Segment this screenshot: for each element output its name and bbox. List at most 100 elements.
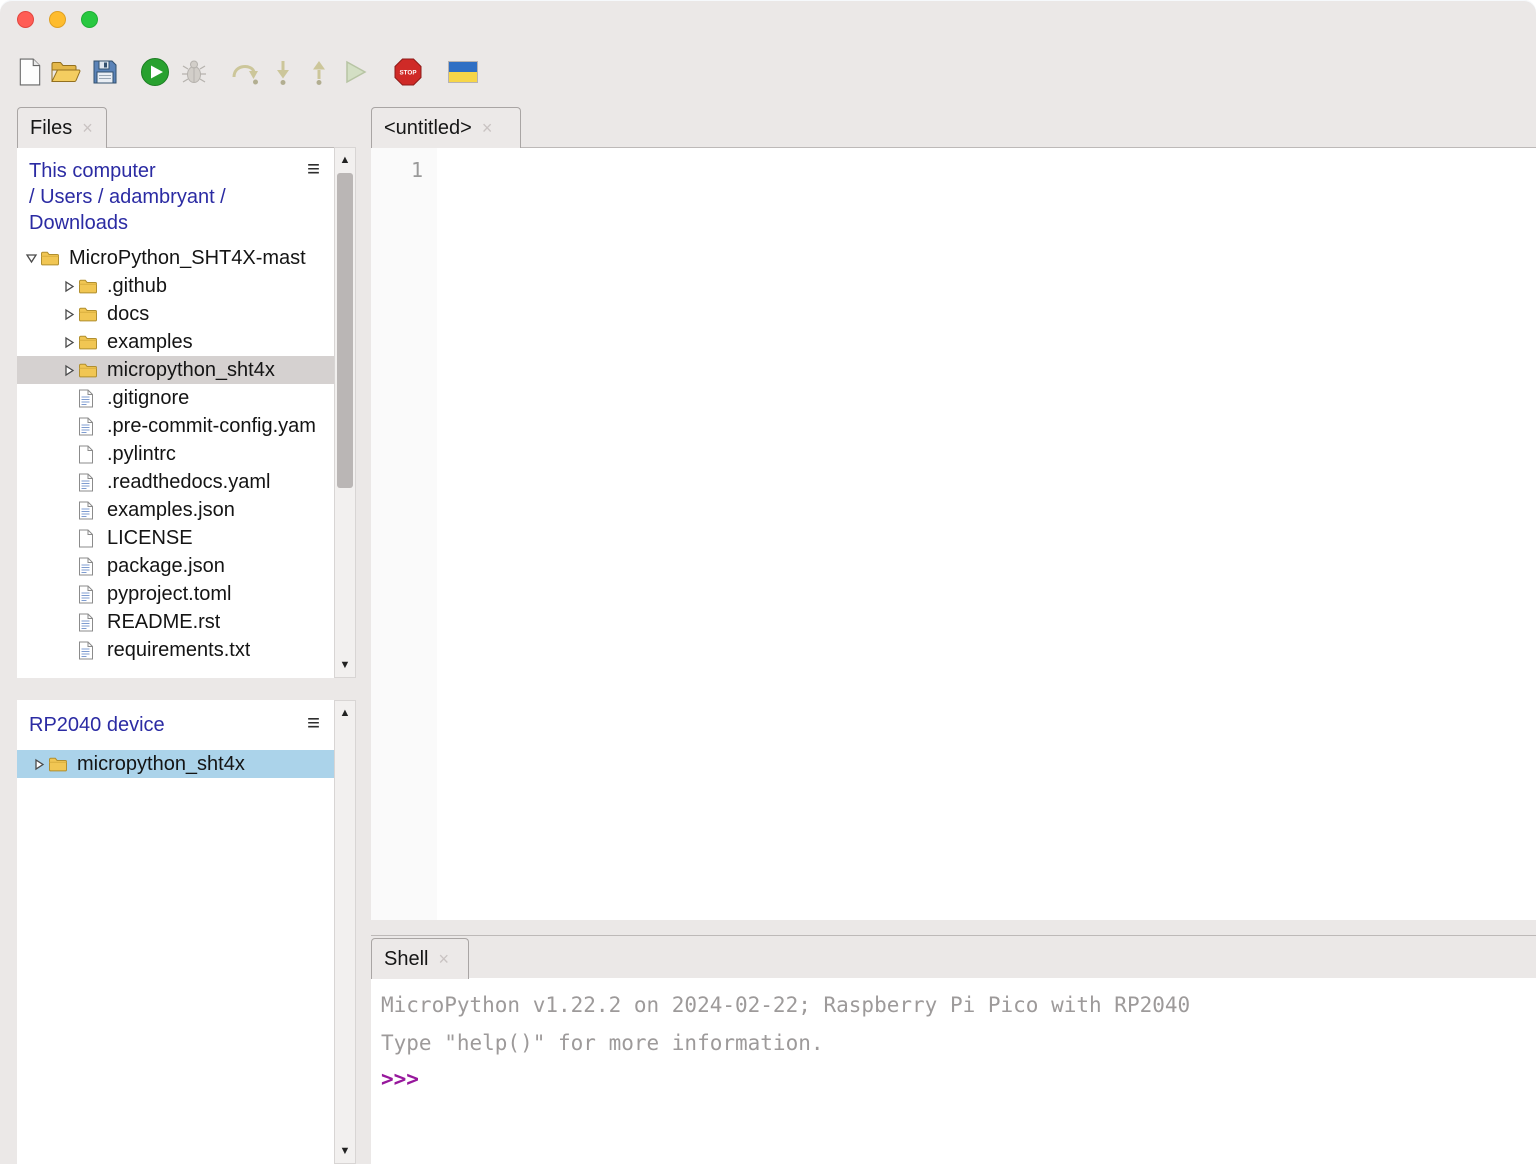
tree-item-docs[interactable]: docs [17,300,334,328]
expand-icon[interactable] [60,336,78,349]
expand-icon[interactable] [60,280,78,293]
tree-item-label: README.rst [107,611,220,634]
tree-item-label: examples.json [107,499,235,522]
file-icon [78,445,102,464]
open-file-button[interactable] [50,55,82,91]
files-scrollbar[interactable]: ▲ ▼ [334,147,356,678]
folder-icon [78,278,102,294]
tree-item-micropython_sht4x[interactable]: micropython_sht4x [17,356,334,384]
file-icon [78,557,102,576]
files-location-header: This computer / Users / adambryant / Dow… [17,148,334,240]
tree-item-.readthedocs.yaml[interactable]: .readthedocs.yaml [17,468,334,496]
resume-button[interactable] [342,55,368,91]
debug-bug-icon [180,58,208,89]
tree-item-readme.rst[interactable]: README.rst [17,608,334,636]
tab-files-label: Files [30,117,72,140]
files-panel: This computer / Users / adambryant / Dow… [17,147,334,678]
device-menu-icon[interactable]: ≡ [307,710,320,736]
scroll-up-icon[interactable]: ▲ [335,149,355,171]
step-into-button[interactable] [270,55,296,91]
tree-item-micropython_sht4x[interactable]: micropython_sht4x [17,750,334,778]
run-play-icon [140,57,170,90]
scroll-down-icon[interactable]: ▼ [335,1140,355,1162]
close-window-button[interactable] [17,11,34,28]
tree-item-.pre-commit-config.yam[interactable]: .pre-commit-config.yam [17,412,334,440]
zoom-window-button[interactable] [81,11,98,28]
tree-item-examples[interactable]: examples [17,328,334,356]
tree-item-requirements.txt[interactable]: requirements.txt [17,636,334,664]
files-scrollbar-thumb[interactable] [337,173,353,488]
tree-item-label: .readthedocs.yaml [107,471,270,494]
tree-item-pyproject.toml[interactable]: pyproject.toml [17,580,334,608]
shell-output: MicroPython v1.22.2 on 2024-02-22; Raspb… [381,986,1536,1062]
tree-item-.pylintrc[interactable]: .pylintrc [17,440,334,468]
tree-item-micropython_sht4x-mast[interactable]: MicroPython_SHT4X-mast [17,244,334,272]
stop-button[interactable]: STOP [394,55,422,91]
file-icon [78,585,102,604]
tree-item-.gitignore[interactable]: .gitignore [17,384,334,412]
file-icon [78,417,102,436]
folder-icon [40,250,64,266]
new-file-button[interactable] [18,55,42,91]
shell-sash-divider[interactable] [371,935,1536,936]
file-icon [78,501,102,520]
tree-item-label: micropython_sht4x [107,359,275,382]
tab-shell-close-icon[interactable]: × [438,950,449,968]
save-file-button[interactable] [92,55,118,91]
tab-files-close-icon[interactable]: × [82,119,93,137]
tab-shell[interactable]: Shell × [371,938,469,979]
tree-item-label: .pylintrc [107,443,176,466]
tab-editor-close-icon[interactable]: × [482,119,493,137]
location-title-link[interactable]: This computer [29,158,292,184]
file-icon [78,389,102,408]
scroll-up-icon[interactable]: ▲ [335,702,355,724]
code-area[interactable] [437,148,1536,920]
folder-icon [78,306,102,322]
tree-item-package.json[interactable]: package.json [17,552,334,580]
device-header: RP2040 device ≡ [17,700,334,746]
step-over-button[interactable] [230,55,260,91]
resume-play-icon [342,59,368,88]
titlebar[interactable] [0,0,1536,44]
step-out-icon [306,59,332,88]
thonny-window: STOP Files × This computer / Users / ada… [0,0,1536,1164]
step-out-button[interactable] [306,55,332,91]
expand-icon[interactable] [60,308,78,321]
tree-item-label: examples [107,331,193,354]
scroll-down-icon[interactable]: ▼ [335,654,355,676]
expand-icon[interactable] [30,758,48,771]
tab-editor-untitled[interactable]: <untitled> × [371,107,521,148]
shell-panel[interactable]: MicroPython v1.22.2 on 2024-02-22; Raspb… [371,978,1536,1164]
toolbar: STOP [0,44,1536,102]
expand-icon[interactable] [60,364,78,377]
new-file-icon [18,58,42,89]
tree-item-label: requirements.txt [107,639,250,662]
tab-files[interactable]: Files × [17,107,107,148]
debug-button[interactable] [180,55,208,91]
tree-item-examples.json[interactable]: examples.json [17,496,334,524]
tree-item-.github[interactable]: .github [17,272,334,300]
folder-icon [78,334,102,350]
ukraine-flag-icon [448,61,478,86]
device-scrollbar[interactable]: ▲ ▼ [334,700,356,1164]
support-ukraine-button[interactable] [448,55,478,91]
tab-shell-label: Shell [384,948,428,971]
minimize-window-button[interactable] [49,11,66,28]
run-button[interactable] [140,55,170,91]
tree-item-label: .gitignore [107,387,189,410]
code-editor[interactable]: 1 [371,147,1536,920]
files-menu-icon[interactable]: ≡ [307,156,320,182]
collapse-icon[interactable] [22,252,40,264]
shell-prompt-line[interactable]: >>> [381,1062,1536,1096]
folder-icon [48,756,72,772]
save-floppy-icon [92,59,118,88]
stop-sign-icon: STOP [394,58,422,89]
location-path-links[interactable]: / Users / adambryant / Downloads [29,184,292,236]
device-header-label: RP2040 device [29,714,165,736]
open-folder-icon [50,59,82,88]
tree-item-label: pyproject.toml [107,583,232,606]
tab-editor-label: <untitled> [384,117,472,140]
shell-output-line: Type "help()" for more information. [381,1024,1536,1062]
step-over-icon [230,59,260,88]
tree-item-license[interactable]: LICENSE [17,524,334,552]
